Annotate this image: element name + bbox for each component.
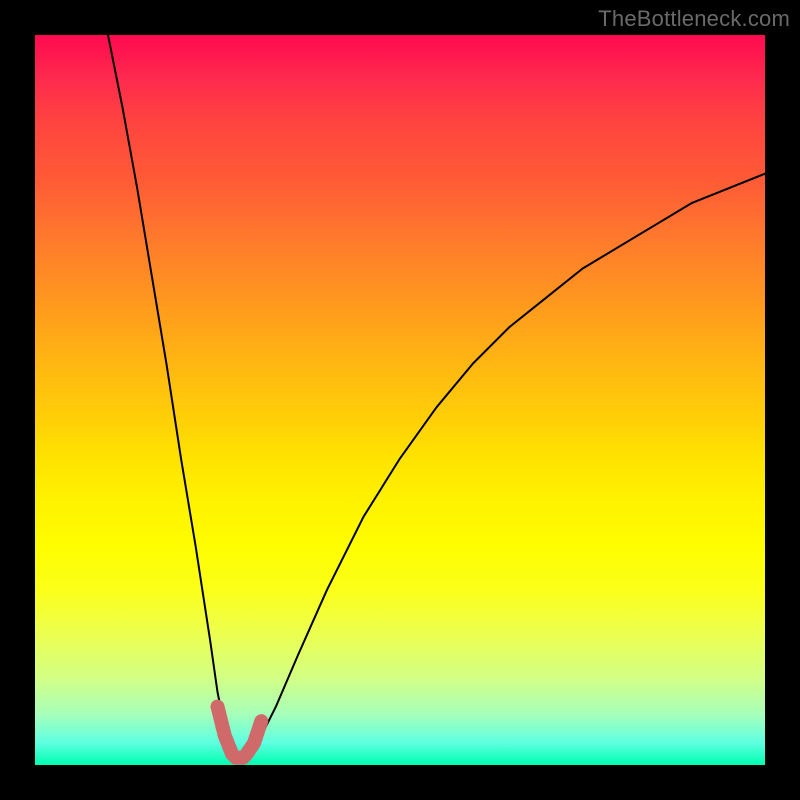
plot-area: [35, 35, 765, 765]
bottleneck-curve: [108, 35, 765, 758]
curve-svg: [35, 35, 765, 765]
chart-frame: TheBottleneck.com: [0, 0, 800, 800]
minimum-highlight: [218, 707, 262, 758]
watermark-text: TheBottleneck.com: [598, 6, 790, 32]
